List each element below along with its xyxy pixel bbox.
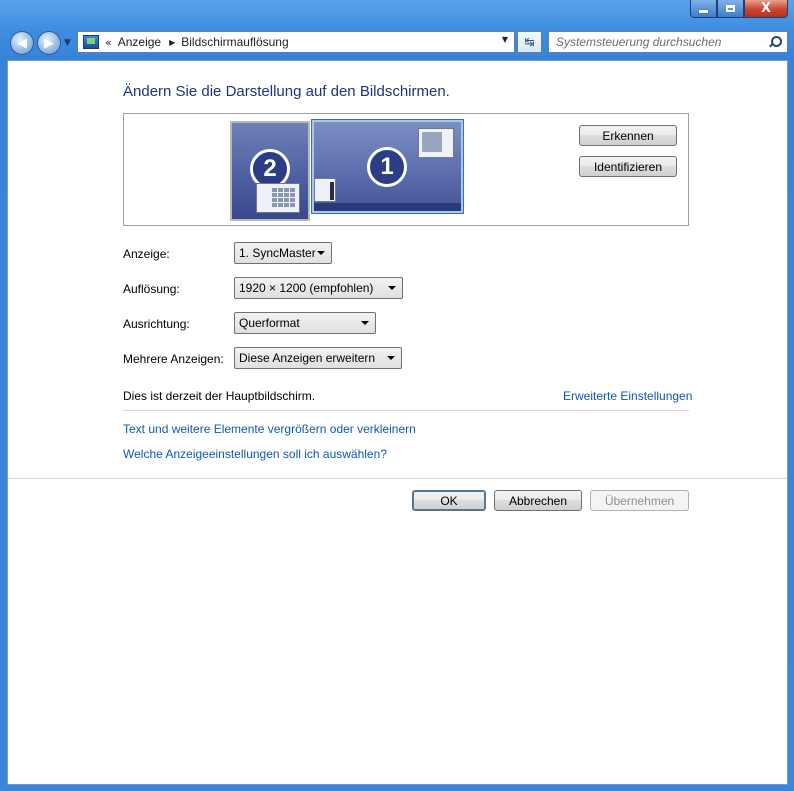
address-bar[interactable]: « Anzeige ▶ Bildschirmauflösung ▼ — [77, 31, 515, 53]
resolution-label: Auflösung: — [123, 282, 180, 296]
breadcrumb-bildschirmaufloesung[interactable]: Bildschirmauflösung — [181, 35, 288, 49]
orientation-select-value: Querformat — [239, 316, 300, 330]
back-button[interactable]: ◀ — [10, 31, 34, 55]
chevron-down-icon — [388, 286, 396, 290]
breadcrumb-separator-icon[interactable]: ▶ — [169, 38, 175, 47]
desktop-window-thumbnail — [418, 128, 454, 158]
advanced-settings-link[interactable]: Erweiterte Einstellungen — [563, 389, 692, 403]
address-overflow-chevron[interactable]: « — [105, 36, 112, 49]
multiple-displays-label: Mehrere Anzeigen: — [123, 352, 224, 366]
orientation-label: Ausrichtung: — [123, 317, 190, 331]
resolution-select-value: 1920 × 1200 (empfohlen) — [239, 281, 374, 295]
address-dropdown-icon[interactable]: ▼ — [502, 35, 508, 44]
page-title: Ändern Sie die Darstellung auf den Bilds… — [123, 83, 450, 100]
window-frame: X ◀ ▶ ▼ « Anzeige ▶ Bildschirmauflösung … — [0, 0, 794, 791]
maximize-button[interactable] — [717, 0, 744, 18]
minimize-button[interactable] — [690, 0, 717, 18]
display-select[interactable]: 1. SyncMaster — [234, 242, 332, 264]
main-content: Ändern Sie die Darstellung auf den Bilds… — [7, 60, 788, 785]
taskbar-thumbnail — [314, 203, 461, 211]
monitor-1[interactable]: 1 — [312, 120, 463, 213]
resolution-select[interactable]: 1920 × 1200 (empfohlen) — [234, 277, 403, 299]
chevron-down-icon — [361, 321, 369, 325]
apply-button[interactable]: Übernehmen — [590, 490, 689, 511]
caption-buttons: X — [690, 0, 788, 18]
monitor-preview: 2 1 Erkennen Identifizieren — [123, 113, 689, 226]
forward-button[interactable]: ▶ — [37, 31, 61, 55]
forward-arrow-icon: ▶ — [44, 35, 54, 51]
minimize-icon — [699, 10, 708, 13]
multiple-displays-select-value: Diese Anzeigen erweitern — [239, 351, 376, 365]
resize-text-link[interactable]: Text und weitere Elemente vergrößern ode… — [123, 422, 416, 436]
display-settings-help-link[interactable]: Welche Anzeigeeinstellungen soll ich aus… — [123, 447, 387, 461]
detect-button[interactable]: Erkennen — [579, 125, 677, 146]
search-input[interactable] — [549, 34, 766, 50]
identify-button[interactable]: Identifizieren — [579, 156, 677, 177]
chevron-down-icon — [387, 356, 395, 360]
desktop-window-thumbnail — [256, 183, 300, 213]
cancel-button[interactable]: Abbrechen — [494, 490, 582, 511]
maximize-icon — [726, 5, 735, 12]
close-button[interactable]: X — [744, 0, 788, 18]
display-select-value: 1. SyncMaster — [239, 246, 316, 260]
search-icon[interactable] — [766, 33, 784, 51]
refresh-button[interactable]: ↹ — [517, 31, 542, 53]
monitor-2[interactable]: 2 — [230, 121, 310, 221]
navigation-bar: ◀ ▶ ▼ « Anzeige ▶ Bildschirmauflösung ▼ … — [0, 28, 794, 58]
recent-pages-dropdown-icon[interactable]: ▼ — [64, 38, 71, 48]
footer-divider — [8, 478, 787, 479]
close-icon: X — [760, 1, 772, 16]
main-display-status: Dies ist derzeit der Hauptbildschirm. — [123, 389, 316, 403]
chevron-down-icon — [317, 251, 325, 255]
section-divider — [123, 410, 689, 411]
display-label: Anzeige: — [123, 247, 170, 261]
monitor-number-badge: 1 — [367, 147, 407, 187]
display-control-panel-icon — [83, 35, 99, 49]
back-arrow-icon: ◀ — [17, 35, 27, 51]
refresh-icon: ↹ — [524, 35, 535, 49]
ok-button[interactable]: OK — [412, 490, 486, 511]
orientation-select[interactable]: Querformat — [234, 312, 376, 334]
desktop-window-thumbnail — [314, 178, 336, 202]
multiple-displays-select[interactable]: Diese Anzeigen erweitern — [234, 347, 402, 369]
breadcrumb-anzeige[interactable]: Anzeige — [118, 35, 161, 49]
search-box — [548, 31, 788, 53]
